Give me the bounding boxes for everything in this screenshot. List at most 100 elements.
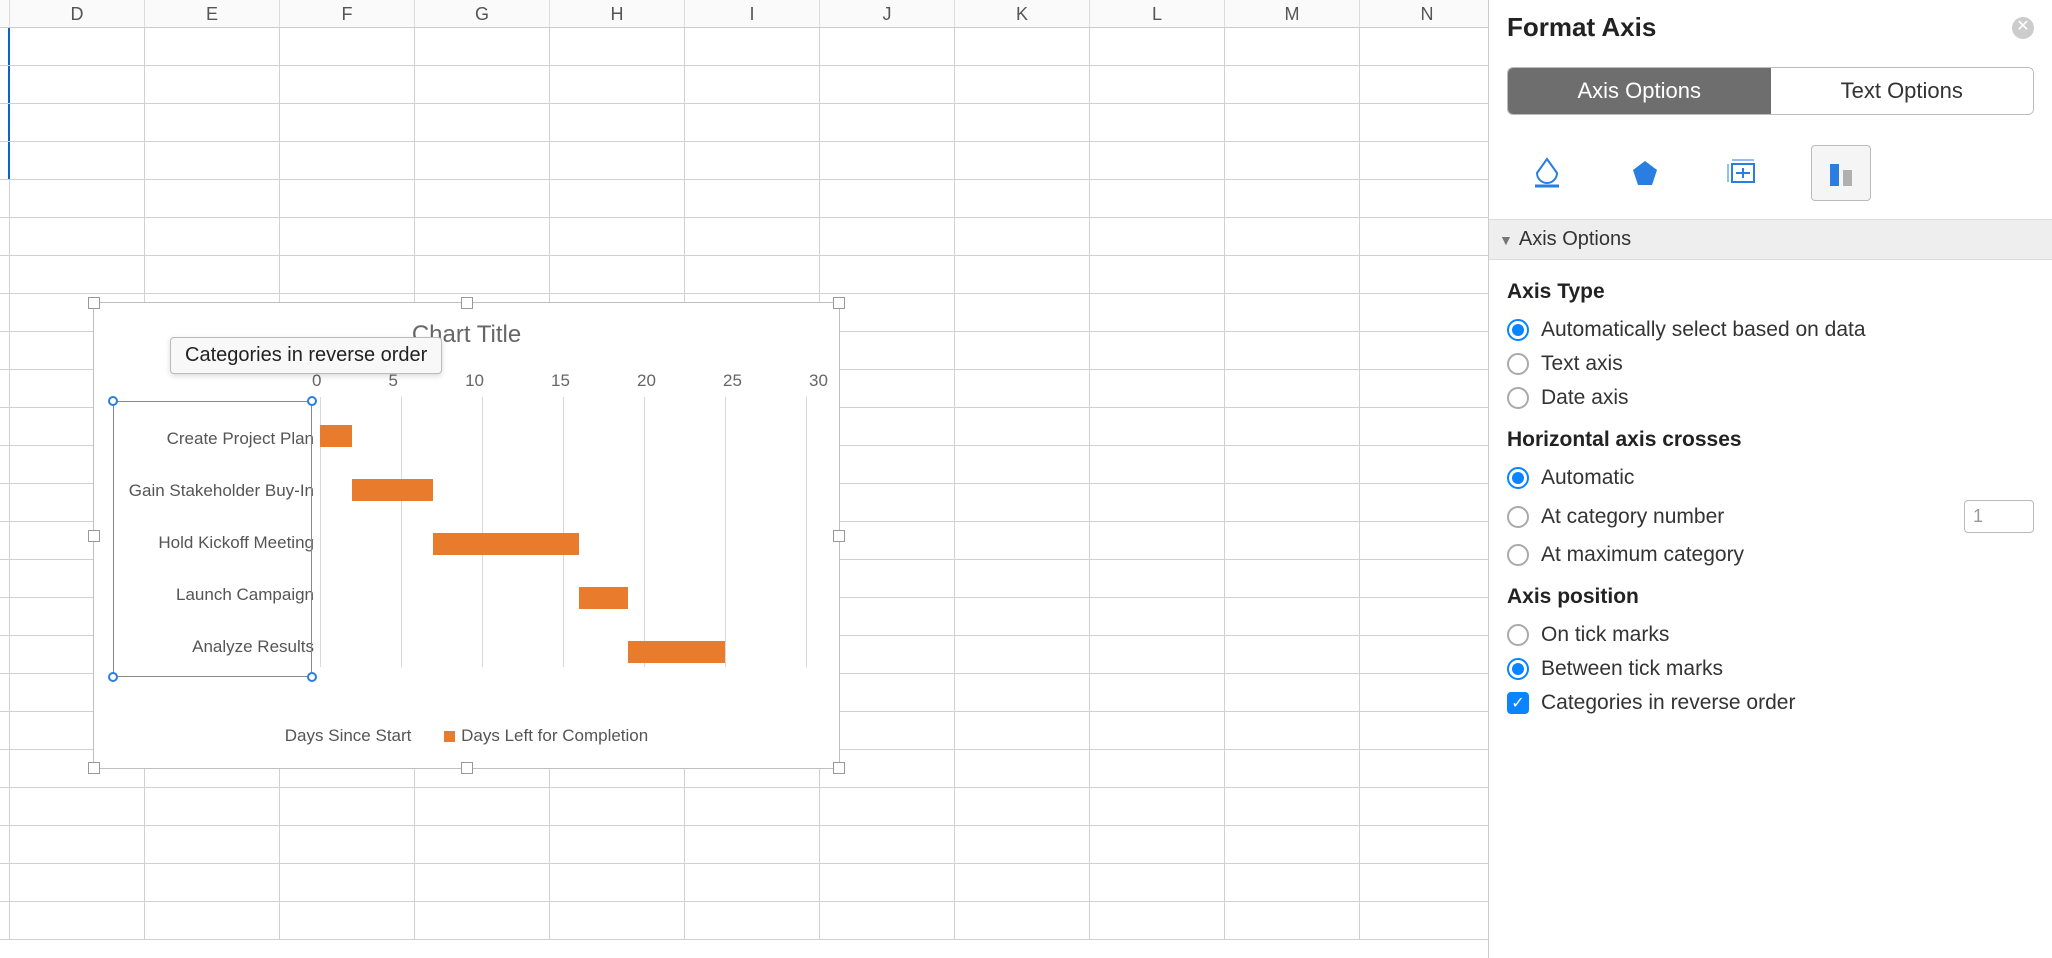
cell[interactable]	[280, 256, 415, 293]
cell[interactable]	[0, 66, 10, 103]
cell[interactable]	[10, 180, 145, 217]
fill-line-icon[interactable]	[1517, 145, 1577, 201]
cell[interactable]	[955, 636, 1090, 673]
cell[interactable]	[820, 712, 955, 749]
col-header-F[interactable]: F	[280, 0, 415, 27]
cell[interactable]	[955, 142, 1090, 179]
cell[interactable]	[145, 218, 280, 255]
cell[interactable]	[1090, 180, 1225, 217]
cell[interactable]	[1360, 636, 1495, 673]
cell[interactable]	[1225, 370, 1360, 407]
cell[interactable]	[955, 674, 1090, 711]
resize-handle[interactable]	[88, 297, 100, 309]
cell[interactable]	[1090, 332, 1225, 369]
category-number-input[interactable]	[1964, 500, 2034, 533]
cell[interactable]	[1360, 142, 1495, 179]
grid-row[interactable]	[0, 180, 1488, 218]
cell[interactable]	[10, 902, 145, 939]
cell[interactable]	[415, 104, 550, 141]
cell[interactable]	[955, 180, 1090, 217]
cell[interactable]	[550, 826, 685, 863]
radio-on-tick-marks[interactable]	[1507, 624, 1529, 646]
cell[interactable]	[955, 294, 1090, 331]
cell[interactable]	[1090, 104, 1225, 141]
cell[interactable]	[1360, 902, 1495, 939]
cell[interactable]	[1225, 902, 1360, 939]
cell[interactable]	[955, 750, 1090, 787]
grid-row[interactable]	[0, 28, 1488, 66]
cell[interactable]	[1360, 332, 1495, 369]
cell[interactable]	[955, 484, 1090, 521]
cell[interactable]	[820, 104, 955, 141]
cell[interactable]	[0, 560, 10, 597]
cell[interactable]	[1225, 66, 1360, 103]
cell[interactable]	[685, 902, 820, 939]
cell[interactable]	[1225, 598, 1360, 635]
resize-handle[interactable]	[461, 297, 473, 309]
cell[interactable]	[550, 256, 685, 293]
cell[interactable]	[0, 902, 10, 939]
cell[interactable]	[820, 446, 955, 483]
cell[interactable]	[1360, 256, 1495, 293]
grid-row[interactable]	[0, 218, 1488, 256]
cell[interactable]	[820, 370, 955, 407]
cell[interactable]	[1360, 788, 1495, 825]
cell[interactable]	[1360, 484, 1495, 521]
cell[interactable]	[1360, 104, 1495, 141]
cell[interactable]	[1090, 598, 1225, 635]
cell[interactable]	[1090, 674, 1225, 711]
cell[interactable]	[550, 902, 685, 939]
cell[interactable]	[1090, 788, 1225, 825]
cell[interactable]	[820, 826, 955, 863]
resize-handle[interactable]	[833, 297, 845, 309]
cell[interactable]	[0, 294, 10, 331]
cell[interactable]	[685, 66, 820, 103]
cell[interactable]	[1225, 484, 1360, 521]
cell[interactable]	[820, 218, 955, 255]
cell[interactable]	[685, 180, 820, 217]
selection-handle[interactable]	[108, 672, 118, 682]
cell[interactable]	[820, 180, 955, 217]
cell[interactable]	[955, 826, 1090, 863]
cell[interactable]	[1360, 674, 1495, 711]
cell[interactable]	[820, 484, 955, 521]
cell[interactable]	[10, 142, 145, 179]
axis-options-icon[interactable]	[1811, 145, 1871, 201]
cell[interactable]	[1360, 560, 1495, 597]
cell[interactable]	[1225, 750, 1360, 787]
cell[interactable]	[1090, 636, 1225, 673]
cell[interactable]	[415, 218, 550, 255]
grid-row[interactable]	[0, 66, 1488, 104]
cell[interactable]	[550, 788, 685, 825]
radio-crosses-maximum[interactable]	[1507, 544, 1529, 566]
cell[interactable]	[1360, 864, 1495, 901]
radio-between-tick-marks[interactable]	[1507, 658, 1529, 680]
cell[interactable]	[1090, 446, 1225, 483]
cell[interactable]	[1225, 332, 1360, 369]
chart-legend[interactable]: Days Since Start Days Left for Completio…	[94, 726, 839, 746]
cell[interactable]	[685, 864, 820, 901]
cell[interactable]	[1090, 28, 1225, 65]
tab-text-options[interactable]: Text Options	[1771, 68, 2034, 114]
col-header-L[interactable]: L	[1090, 0, 1225, 27]
col-header-I[interactable]: I	[685, 0, 820, 27]
cell[interactable]	[0, 712, 10, 749]
cell[interactable]	[1360, 598, 1495, 635]
cell[interactable]	[1090, 218, 1225, 255]
resize-handle[interactable]	[88, 530, 100, 542]
resize-handle[interactable]	[461, 762, 473, 774]
selection-handle[interactable]	[108, 396, 118, 406]
cell[interactable]	[280, 864, 415, 901]
cell[interactable]	[10, 104, 145, 141]
cell[interactable]	[0, 674, 10, 711]
cell[interactable]	[685, 104, 820, 141]
cell[interactable]	[280, 142, 415, 179]
cell[interactable]	[1360, 180, 1495, 217]
cell[interactable]	[1225, 28, 1360, 65]
cell[interactable]	[1225, 674, 1360, 711]
cell[interactable]	[955, 712, 1090, 749]
cell[interactable]	[1225, 446, 1360, 483]
cell[interactable]	[145, 826, 280, 863]
cell[interactable]	[1225, 256, 1360, 293]
bar[interactable]	[628, 641, 725, 663]
